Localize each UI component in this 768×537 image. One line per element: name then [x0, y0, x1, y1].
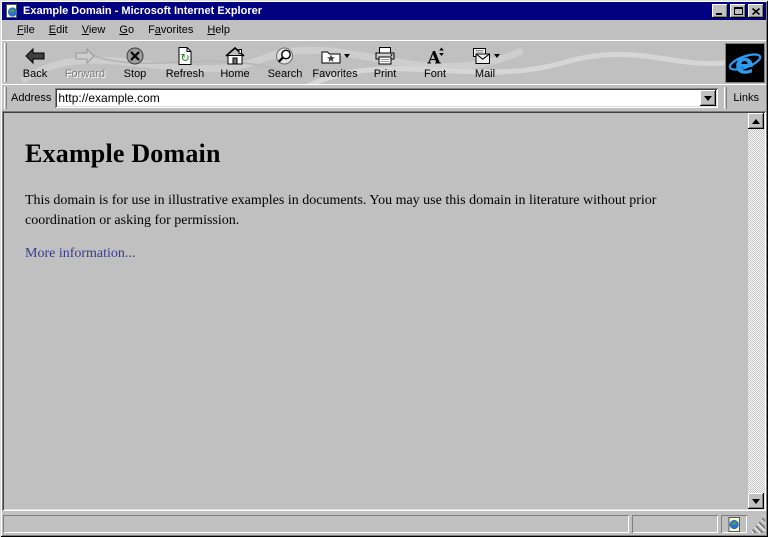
address-input[interactable]	[58, 91, 699, 105]
scroll-down-button[interactable]	[748, 493, 764, 509]
ie-page-globe-icon	[6, 4, 18, 18]
toolbar-button-label: Forward	[64, 67, 106, 80]
search-icon	[274, 46, 296, 66]
menu-favorites[interactable]: Favorites	[141, 22, 200, 38]
home-icon	[224, 46, 246, 66]
status-secondary-panel	[632, 515, 718, 533]
links-label: Links	[733, 92, 759, 104]
status-zone-panel	[721, 515, 747, 533]
content-frame: Example Domain This domain is for use in…	[2, 111, 766, 511]
status-message-panel	[3, 515, 629, 533]
back-arrow-icon	[24, 46, 46, 66]
menu-view[interactable]: View	[75, 22, 113, 38]
toolbar-button-search[interactable]: Search	[260, 43, 310, 83]
dropdown-caret-icon	[494, 53, 500, 58]
toolbar-button-label: Home	[220, 67, 250, 80]
scroll-up-arrow-icon	[752, 118, 760, 124]
menu-go[interactable]: Go	[112, 22, 141, 38]
toolbar-gripper[interactable]	[4, 43, 7, 82]
menu-bar: File Edit View Go Favorites Help	[2, 20, 766, 40]
toolbar-button-label: Print	[373, 67, 397, 80]
titlebar[interactable]: Example Domain - Microsoft Internet Expl…	[2, 2, 766, 20]
toolbar-button-label: Refresh	[165, 67, 205, 80]
vertical-scrollbar[interactable]	[748, 113, 764, 509]
toolbar-button-label: Favorites	[312, 67, 358, 80]
scrollbar-track[interactable]	[748, 129, 764, 493]
menu-edit[interactable]: Edit	[42, 22, 75, 38]
internet-zone-globe-icon	[728, 516, 740, 532]
address-label: Address	[11, 92, 52, 104]
browser-window: Example Domain - Microsoft Internet Expl…	[0, 0, 768, 537]
window-title: Example Domain - Microsoft Internet Expl…	[23, 5, 262, 17]
toolbar-button-favorites[interactable]: Favorites	[310, 43, 360, 83]
page-heading: Example Domain	[25, 139, 221, 168]
svg-text:A: A	[427, 48, 442, 66]
close-button[interactable]	[748, 4, 764, 18]
menu-help[interactable]: Help	[200, 22, 237, 38]
toolbar-button-label: Back	[22, 67, 48, 80]
address-field	[55, 88, 719, 108]
scroll-down-arrow-icon	[752, 498, 760, 504]
refresh-icon: ↻	[174, 46, 196, 66]
resize-grip[interactable]	[750, 515, 765, 533]
toolbar-button-font[interactable]: A Font	[410, 43, 460, 83]
toolbar-button-label: Mail	[474, 67, 496, 80]
web-page: Example Domain This domain is for use in…	[4, 113, 748, 509]
address-bar: Address Links	[2, 84, 766, 111]
address-dropdown-button[interactable]	[700, 90, 717, 106]
svg-text:e: e	[735, 47, 754, 80]
status-bar	[2, 511, 766, 535]
toolbar-button-stop[interactable]: Stop	[110, 43, 160, 83]
internet-explorer-logo: e	[726, 43, 764, 82]
links-toolbar[interactable]: Links	[730, 90, 766, 106]
links-gripper[interactable]	[724, 87, 728, 109]
forward-arrow-icon	[74, 46, 96, 66]
stop-icon	[124, 46, 146, 66]
mail-icon	[470, 46, 500, 66]
toolbar-button-mail[interactable]: Mail	[460, 43, 510, 83]
toolbar-button-label: Stop	[123, 67, 147, 80]
minimize-button[interactable]	[712, 4, 728, 18]
toolbar-button-print[interactable]: Print	[360, 43, 410, 83]
toolbar-button-label: Search	[267, 67, 303, 80]
maximize-icon	[733, 7, 743, 15]
maximize-button[interactable]	[730, 4, 746, 18]
font-icon: A	[424, 46, 446, 66]
scroll-up-button[interactable]	[748, 113, 764, 129]
toolbar-button-home[interactable]: Home	[210, 43, 260, 83]
menu-file[interactable]: File	[10, 22, 42, 38]
printer-icon	[374, 46, 396, 66]
svg-text:↻: ↻	[181, 51, 190, 64]
page-paragraph: This domain is for use in illustrative e…	[25, 193, 657, 228]
addressbar-gripper[interactable]	[4, 87, 7, 109]
minimize-icon	[716, 12, 722, 15]
close-icon	[752, 7, 760, 15]
toolbar-button-label: Font	[423, 67, 446, 80]
more-information-link[interactable]: More information...	[25, 246, 135, 262]
toolbar: Back Forward Stop ↻ Refresh Home Search …	[2, 40, 766, 84]
toolbar-button-refresh[interactable]: ↻ Refresh	[160, 43, 210, 83]
chevron-down-icon	[704, 95, 713, 101]
toolbar-button-forward[interactable]: Forward	[60, 43, 110, 83]
toolbar-button-back[interactable]: Back	[10, 43, 60, 83]
favorites-folder-icon	[320, 46, 350, 66]
dropdown-caret-icon	[344, 53, 350, 58]
